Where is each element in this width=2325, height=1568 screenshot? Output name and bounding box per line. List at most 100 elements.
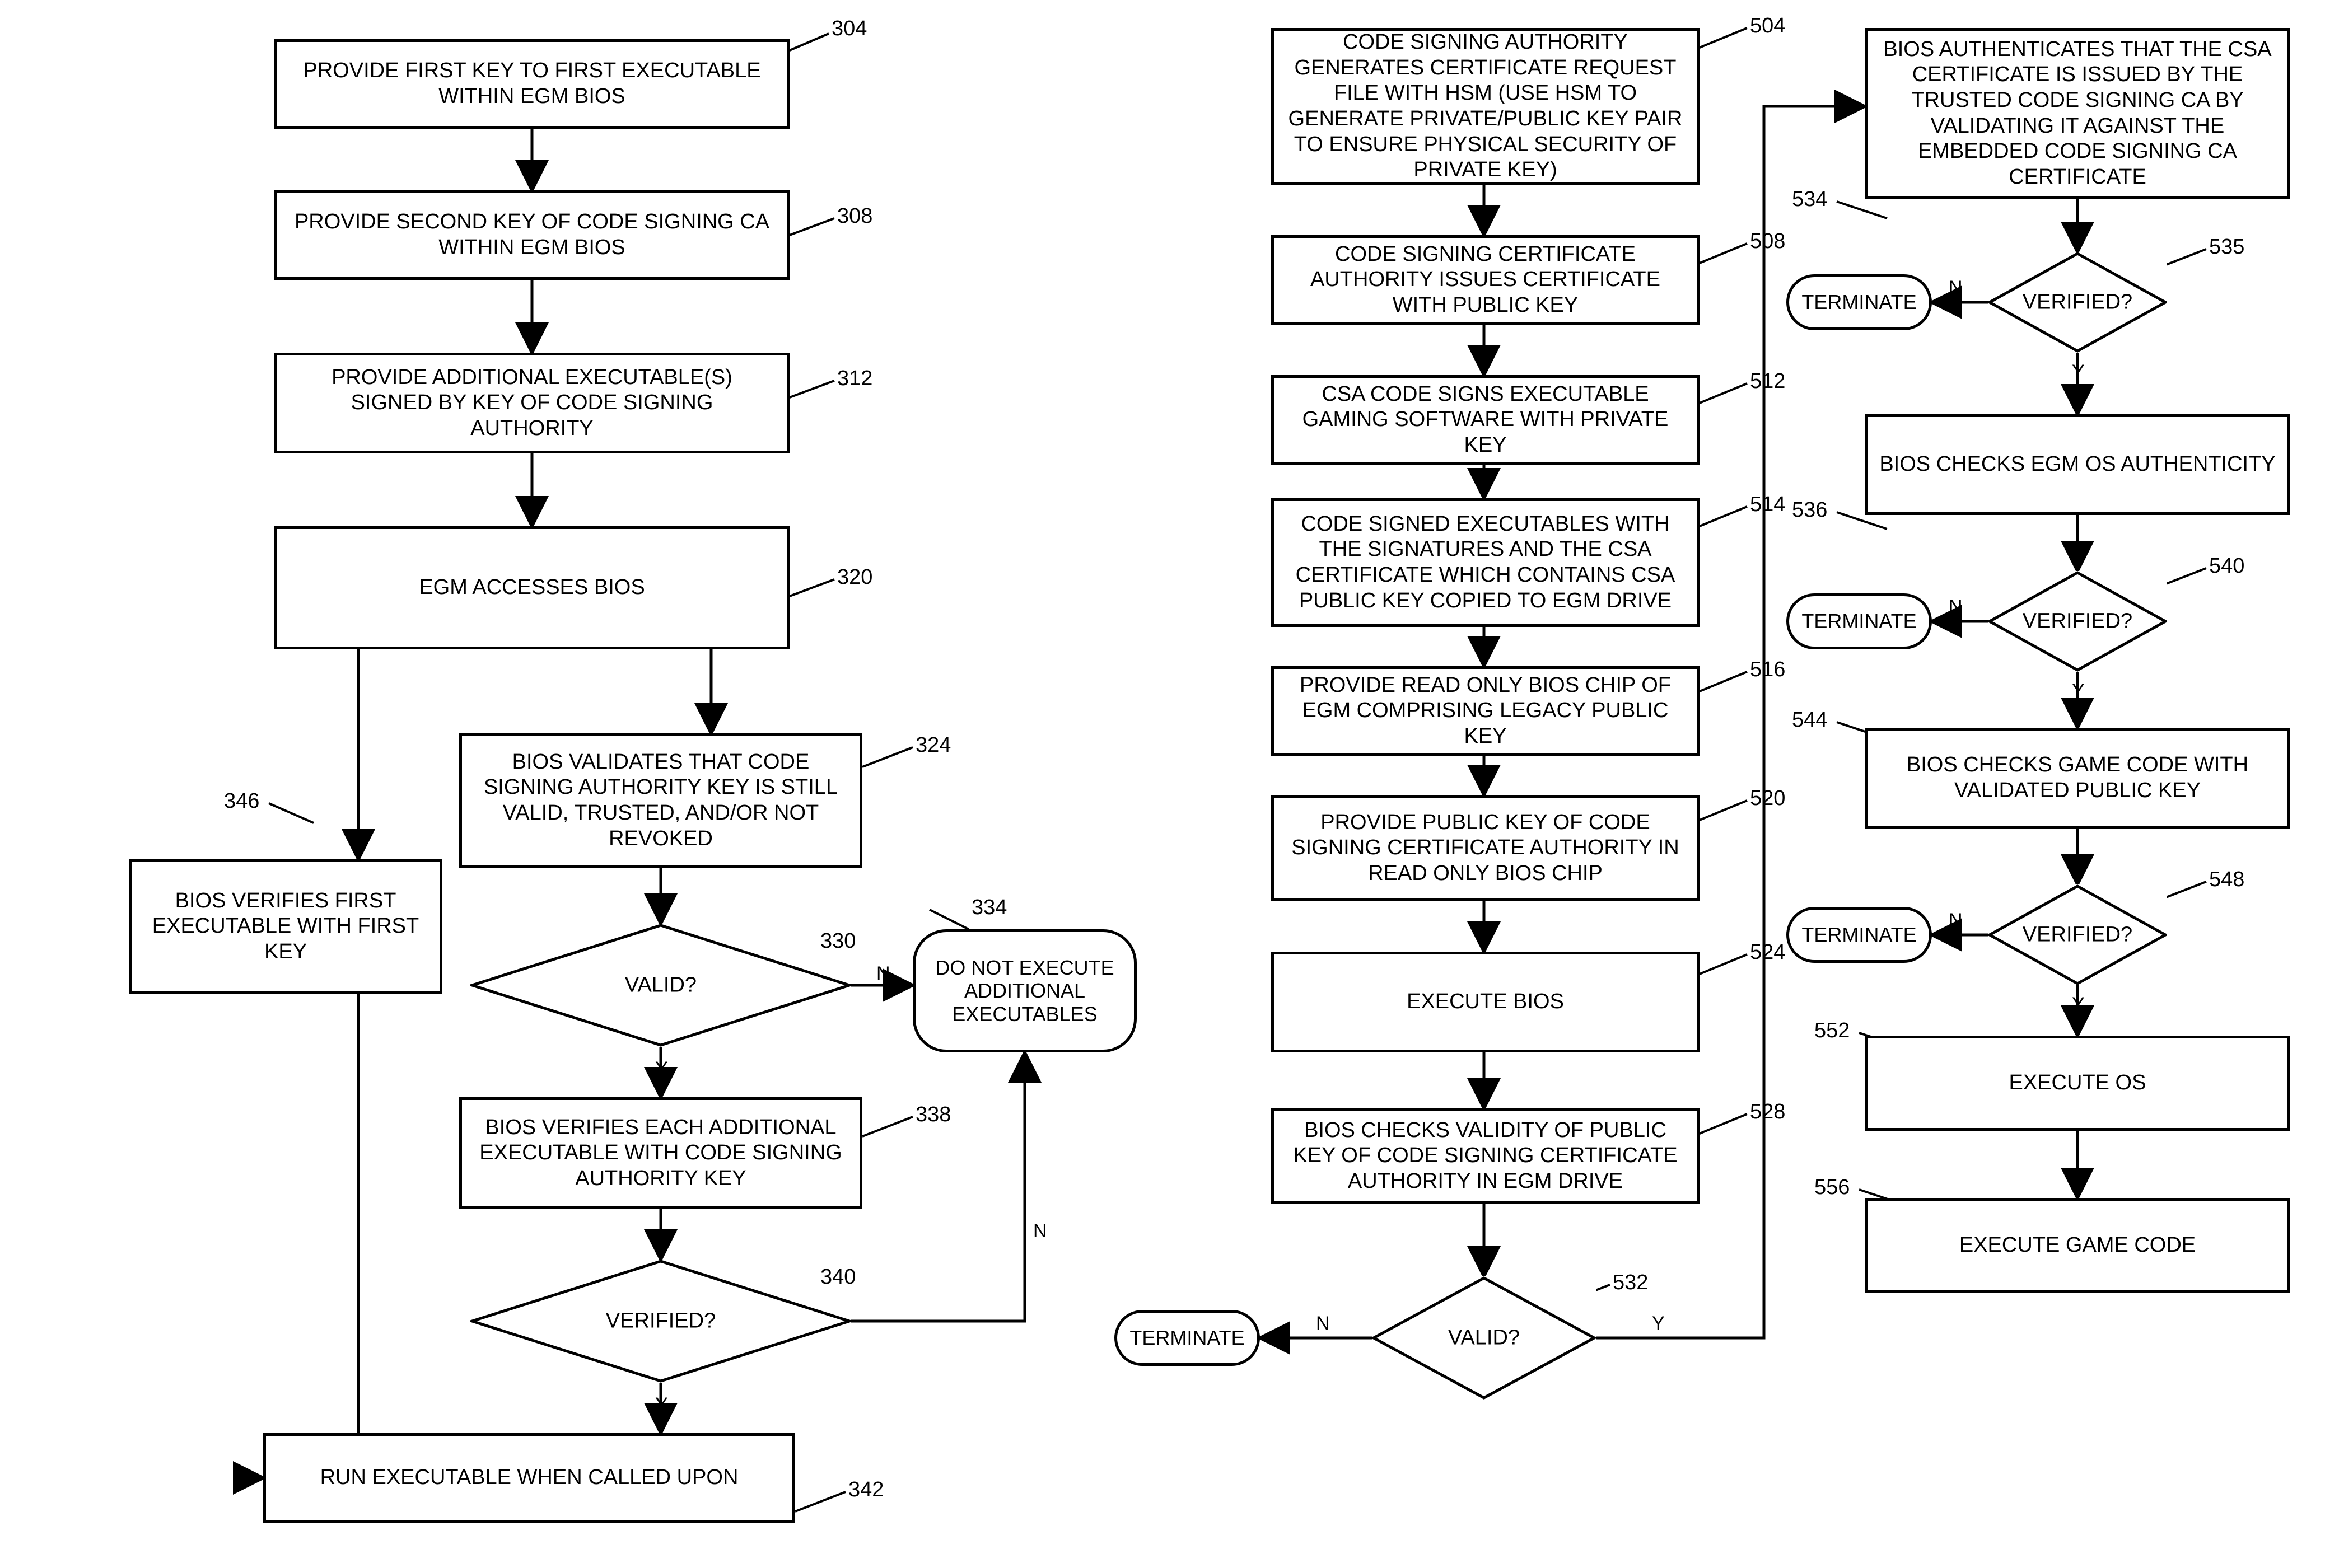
diamond-540: VERIFIED? (1988, 571, 2167, 672)
box-324: BIOS VALIDATES THAT CODE SIGNING AUTHORI… (459, 733, 862, 868)
ref-508: 508 (1750, 230, 1785, 254)
ref-320: 320 (837, 565, 872, 589)
box-520: PROVIDE PUBLIC KEY OF CODE SIGNING CERTI… (1271, 795, 1700, 901)
yn-535-y: Y (2072, 361, 2085, 383)
ref-544: 544 (1792, 708, 1827, 732)
terminator-532: TERMINATE (1114, 1310, 1260, 1366)
diamond-535-label: VERIFIED? (2023, 291, 2132, 315)
box-338-text: BIOS VERIFIES EACH ADDITIONAL EXECUTABLE… (473, 1115, 848, 1192)
ref-334: 334 (972, 896, 1007, 920)
ref-540: 540 (2209, 554, 2244, 578)
yn-535-n: N (1949, 277, 1963, 299)
ref-532: 532 (1613, 1271, 1648, 1295)
ref-304: 304 (832, 17, 867, 41)
box-324-text: BIOS VALIDATES THAT CODE SIGNING AUTHORI… (473, 750, 848, 851)
ref-535: 535 (2209, 235, 2244, 259)
box-528-text: BIOS CHECKS VALIDITY OF PUBLIC KEY OF CO… (1285, 1118, 1686, 1195)
box-342-text: RUN EXECUTABLE WHEN CALLED UPON (320, 1465, 739, 1491)
box-312-text: PROVIDE ADDITIONAL EXECUTABLE(S) SIGNED … (288, 365, 776, 442)
box-346: BIOS VERIFIES FIRST EXECUTABLE WITH FIRS… (129, 859, 442, 994)
yn-548-n: N (1949, 910, 1963, 932)
box-342: RUN EXECUTABLE WHEN CALLED UPON (263, 1433, 795, 1523)
diamond-532-label: VALID? (1448, 1326, 1520, 1350)
box-504: CODE SIGNING AUTHORITY GENERATES CERTIFI… (1271, 28, 1700, 185)
box-556: EXECUTE GAME CODE (1865, 1198, 2290, 1293)
diamond-340: VERIFIED? (470, 1260, 851, 1383)
ref-346: 346 (224, 789, 259, 813)
box-524-text: EXECUTE BIOS (1407, 989, 1564, 1015)
box-312: PROVIDE ADDITIONAL EXECUTABLE(S) SIGNED … (274, 353, 790, 453)
yn-532-n: N (1316, 1313, 1330, 1335)
terminator-334-text: DO NOT EXECUTE ADDITIONAL EXECUTABLES (925, 956, 1125, 1026)
box-508: CODE SIGNING CERTIFICATE AUTHORITY ISSUE… (1271, 235, 1700, 325)
ref-524: 524 (1750, 940, 1785, 965)
ref-312: 312 (837, 367, 872, 391)
ref-338: 338 (916, 1103, 951, 1127)
diamond-330-label: VALID? (625, 973, 697, 998)
ref-342: 342 (848, 1478, 884, 1502)
ref-520: 520 (1750, 787, 1785, 811)
diamond-330: VALID? (470, 924, 851, 1047)
terminator-535-text: TERMINATE (1801, 291, 1916, 313)
ref-330: 330 (820, 929, 856, 953)
yn-532-y: Y (1652, 1313, 1665, 1335)
box-536-text: BIOS CHECKS EGM OS AUTHENTICITY (1879, 452, 2275, 478)
ref-552: 552 (1814, 1019, 1850, 1043)
box-544-text: BIOS CHECKS GAME CODE WITH VALIDATED PUB… (1879, 752, 2276, 803)
box-338: BIOS VERIFIES EACH ADDITIONAL EXECUTABLE… (459, 1097, 862, 1209)
ref-504: 504 (1750, 14, 1785, 38)
yn-548-y: Y (2072, 994, 2085, 1015)
yn-540-n: N (1949, 596, 1963, 618)
box-556-text: EXECUTE GAME CODE (1959, 1233, 2196, 1258)
box-308: PROVIDE SECOND KEY OF CODE SIGNING CA WI… (274, 190, 790, 280)
yn-330-n: N (876, 963, 890, 985)
box-536: BIOS CHECKS EGM OS AUTHENTICITY (1865, 414, 2290, 515)
ref-512: 512 (1750, 369, 1785, 394)
yn-340-n: N (1033, 1220, 1047, 1242)
box-512: CSA CODE SIGNS EXECUTABLE GAMING SOFTWAR… (1271, 375, 1700, 465)
box-514-text: CODE SIGNED EXECUTABLES WITH THE SIGNATU… (1285, 512, 1686, 614)
box-524: EXECUTE BIOS (1271, 952, 1700, 1052)
ref-528: 528 (1750, 1100, 1785, 1124)
box-320: EGM ACCESSES BIOS (274, 526, 790, 649)
flowchart-canvas: PROVIDE FIRST KEY TO FIRST EXECUTABLE WI… (11, 11, 2325, 1557)
box-516-text: PROVIDE READ ONLY BIOS CHIP OF EGM COMPR… (1285, 673, 1686, 750)
box-528: BIOS CHECKS VALIDITY OF PUBLIC KEY OF CO… (1271, 1108, 1700, 1204)
box-544: BIOS CHECKS GAME CODE WITH VALIDATED PUB… (1865, 728, 2290, 829)
box-508-text: CODE SIGNING CERTIFICATE AUTHORITY ISSUE… (1285, 242, 1686, 319)
ref-536: 536 (1792, 498, 1827, 522)
terminator-535: TERMINATE (1786, 274, 1932, 330)
yn-330-y: Y (655, 1058, 668, 1080)
ref-308: 308 (837, 204, 872, 228)
box-512-text: CSA CODE SIGNS EXECUTABLE GAMING SOFTWAR… (1285, 382, 1686, 458)
terminator-540-text: TERMINATE (1801, 610, 1916, 633)
diamond-532: VALID? (1372, 1276, 1596, 1400)
box-346-text: BIOS VERIFIES FIRST EXECUTABLE WITH FIRS… (143, 888, 428, 965)
box-308-text: PROVIDE SECOND KEY OF CODE SIGNING CA WI… (288, 209, 776, 260)
diamond-548: VERIFIED? (1988, 884, 2167, 985)
diamond-540-label: VERIFIED? (2023, 610, 2132, 634)
box-504-text: CODE SIGNING AUTHORITY GENERATES CERTIFI… (1285, 30, 1686, 183)
diamond-340-label: VERIFIED? (606, 1309, 716, 1333)
box-516: PROVIDE READ ONLY BIOS CHIP OF EGM COMPR… (1271, 666, 1700, 756)
box-552: EXECUTE OS (1865, 1036, 2290, 1131)
ref-516: 516 (1750, 658, 1785, 682)
ref-340: 340 (820, 1265, 856, 1289)
box-534-text: BIOS AUTHENTICATES THAT THE CSA CERTIFIC… (1879, 37, 2276, 190)
box-304: PROVIDE FIRST KEY TO FIRST EXECUTABLE WI… (274, 39, 790, 129)
terminator-532-text: TERMINATE (1129, 1326, 1244, 1349)
box-320-text: EGM ACCESSES BIOS (419, 575, 645, 601)
yn-540-y: Y (2072, 680, 2085, 702)
ref-324: 324 (916, 733, 951, 757)
box-514: CODE SIGNED EXECUTABLES WITH THE SIGNATU… (1271, 498, 1700, 627)
box-520-text: PROVIDE PUBLIC KEY OF CODE SIGNING CERTI… (1285, 810, 1686, 887)
ref-534: 534 (1792, 188, 1827, 212)
diamond-548-label: VERIFIED? (2023, 923, 2132, 947)
box-534: BIOS AUTHENTICATES THAT THE CSA CERTIFIC… (1865, 28, 2290, 199)
ref-556: 556 (1814, 1176, 1850, 1200)
terminator-540: TERMINATE (1786, 593, 1932, 649)
yn-340-y: Y (655, 1394, 668, 1416)
terminator-548: TERMINATE (1786, 907, 1932, 963)
box-552-text: EXECUTE OS (2009, 1070, 2146, 1096)
terminator-548-text: TERMINATE (1801, 923, 1916, 946)
